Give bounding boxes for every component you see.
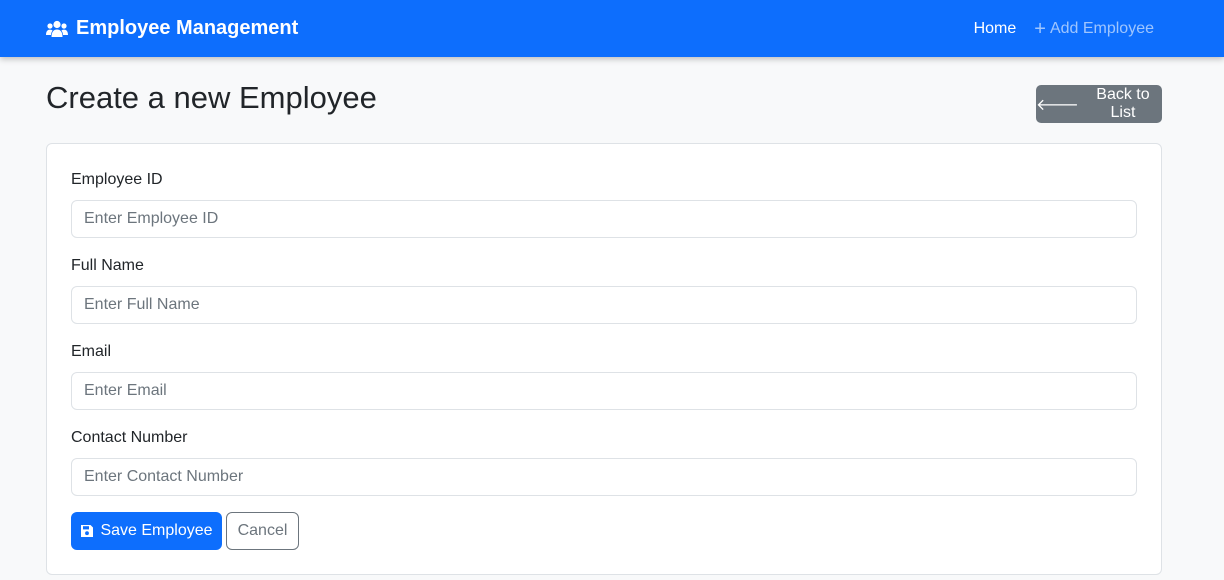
plus-icon: + — [1034, 17, 1046, 40]
back-to-list-button[interactable]: 🡐 Back to List — [1036, 85, 1162, 123]
back-to-list-label: Back to List — [1096, 86, 1150, 121]
employee-id-input[interactable] — [71, 200, 1137, 238]
employee-form-card: Employee ID Full Name Email Contact Numb… — [46, 143, 1162, 575]
save-employee-button[interactable]: Save Employee — [71, 512, 222, 550]
page-title: Create a new Employee — [46, 80, 377, 115]
floppy-disk-icon — [80, 524, 94, 538]
cancel-button[interactable]: Cancel — [226, 512, 299, 550]
nav-add-employee-link[interactable]: + Add Employee — [1034, 17, 1154, 40]
top-navbar: Employee Management Home + Add Employee — [0, 0, 1224, 57]
contact-number-input[interactable] — [71, 458, 1137, 496]
full-name-input[interactable] — [71, 286, 1137, 324]
full-name-label: Full Name — [71, 257, 144, 274]
employee-id-label: Employee ID — [71, 171, 163, 188]
nav-links: Home + Add Employee — [974, 0, 1154, 57]
email-label: Email — [71, 343, 112, 360]
email-input[interactable] — [71, 372, 1137, 410]
contact-number-label: Contact Number — [71, 429, 188, 446]
nav-add-employee-label: Add Employee — [1049, 19, 1154, 37]
users-icon — [46, 20, 68, 38]
save-employee-label: Save Employee — [100, 522, 213, 539]
arrow-left-icon: 🡐 — [1036, 96, 1079, 114]
brand-label: Employee Management — [76, 17, 299, 39]
nav-home-link[interactable]: Home — [974, 20, 1017, 38]
brand-link[interactable]: Employee Management — [46, 0, 298, 57]
